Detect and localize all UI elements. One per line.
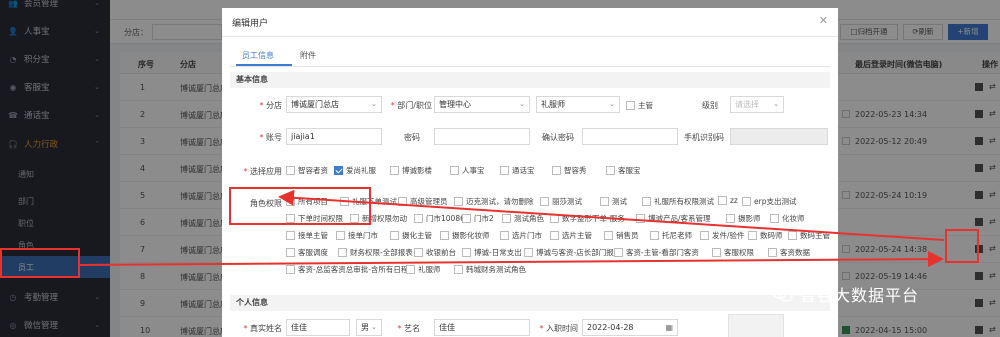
watermark: 智谷大数据平台 — [772, 282, 919, 306]
wechat-logo-icon — [772, 285, 794, 303]
arrow-to-edit — [79, 251, 944, 268]
watermark-text: 智谷大数据平台 — [800, 286, 920, 305]
arrow-to-roles — [278, 189, 945, 241]
